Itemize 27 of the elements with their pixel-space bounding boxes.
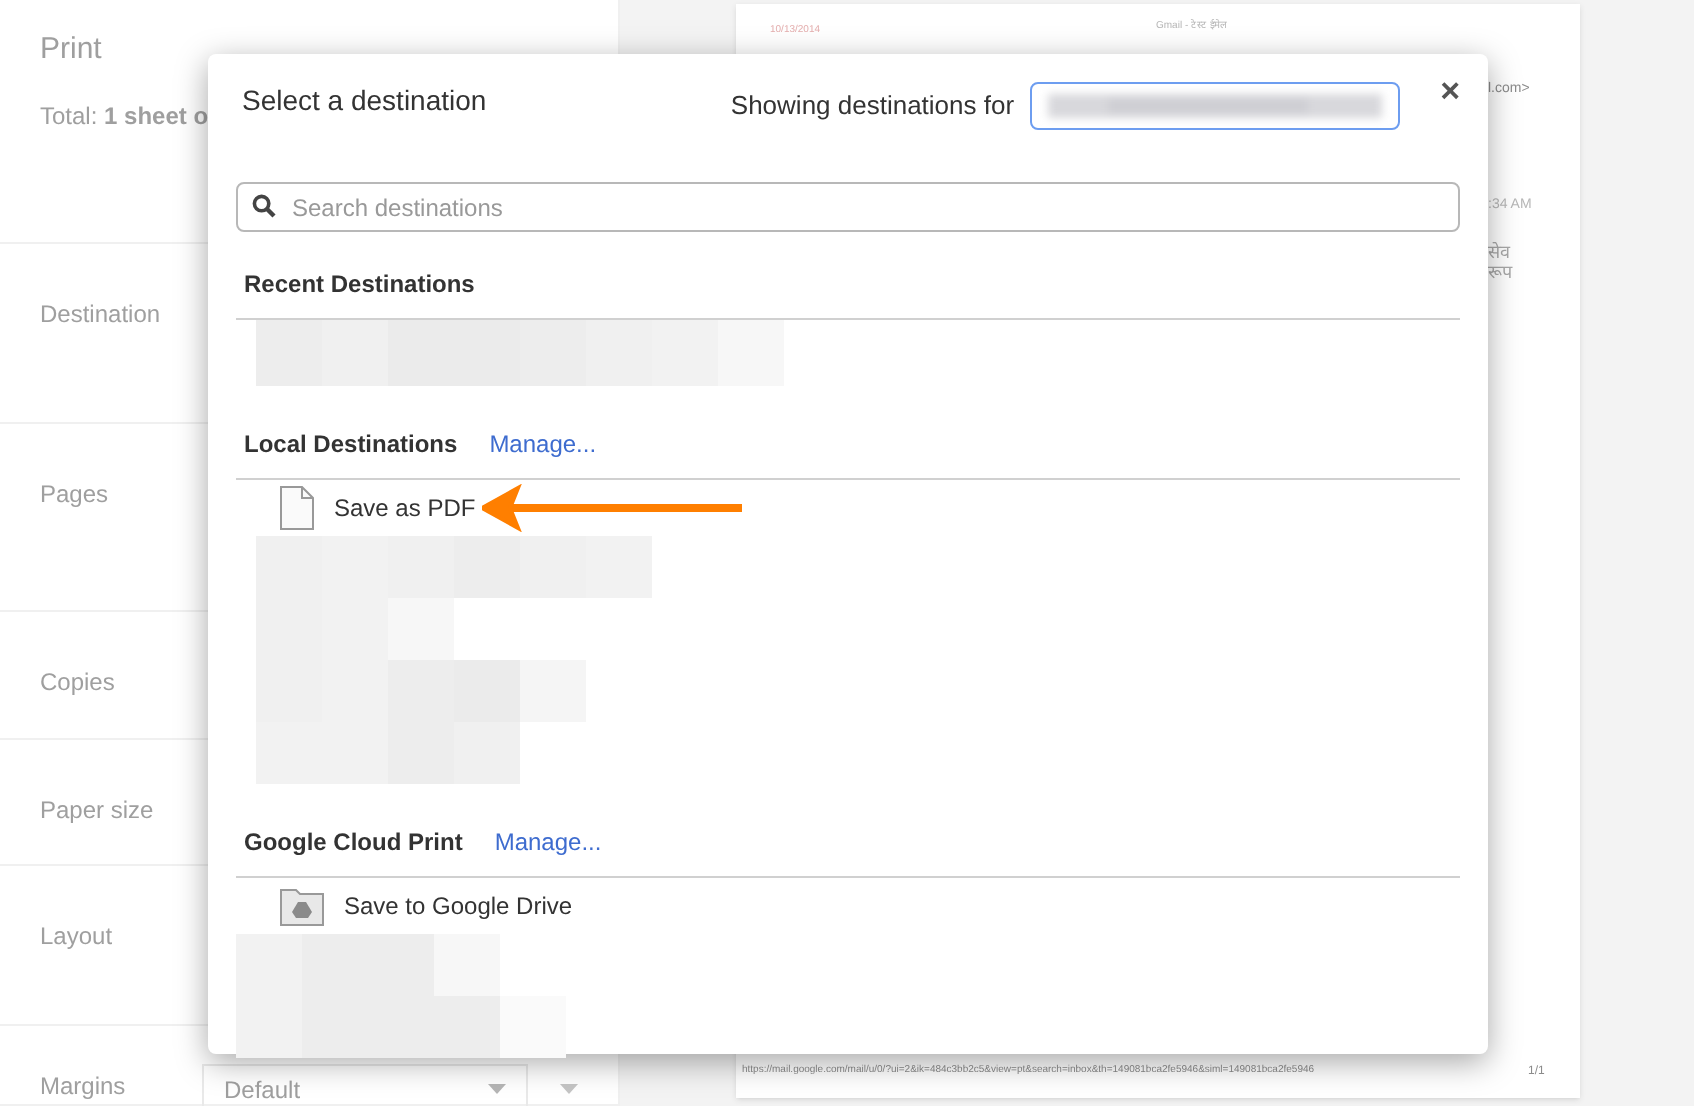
search-icon bbox=[252, 194, 276, 218]
search-field[interactable]: Search destinations bbox=[236, 182, 1460, 232]
setting-label: Destination bbox=[40, 298, 160, 332]
total-text: Total: 1 sheet o bbox=[40, 99, 209, 133]
account-field[interactable] bbox=[1030, 82, 1401, 130]
setting-label: Copies bbox=[40, 666, 117, 700]
setting-label: Paper size bbox=[40, 794, 156, 828]
destination-item[interactable]: Save to Google Drive bbox=[344, 888, 573, 924]
section-title: Recent Destinations bbox=[244, 268, 475, 302]
caret-icon bbox=[488, 1084, 506, 1094]
print-title: Print bbox=[40, 30, 102, 70]
page-text: सेव bbox=[1488, 240, 1510, 266]
section-title: Local Destinations bbox=[244, 428, 458, 462]
manage-link[interactable]: Manage... bbox=[494, 824, 602, 860]
close-button[interactable]: × bbox=[1440, 73, 1460, 107]
setting-label: Pages bbox=[40, 478, 111, 512]
document-icon bbox=[280, 486, 314, 530]
manage-link[interactable]: Manage... bbox=[489, 426, 597, 462]
setting-label: Layout bbox=[40, 920, 115, 954]
destination-item[interactable]: Save as PDF bbox=[334, 490, 476, 526]
dialog-title: Select a destination bbox=[242, 81, 487, 119]
section-title: Google Cloud Print bbox=[244, 826, 463, 860]
caret-icon bbox=[560, 1084, 578, 1094]
folder-icon bbox=[280, 886, 324, 926]
page-text: रूप bbox=[1488, 260, 1512, 286]
setting-label: Margins bbox=[40, 1070, 128, 1104]
showing-label: Showing destinations for bbox=[730, 88, 1015, 125]
